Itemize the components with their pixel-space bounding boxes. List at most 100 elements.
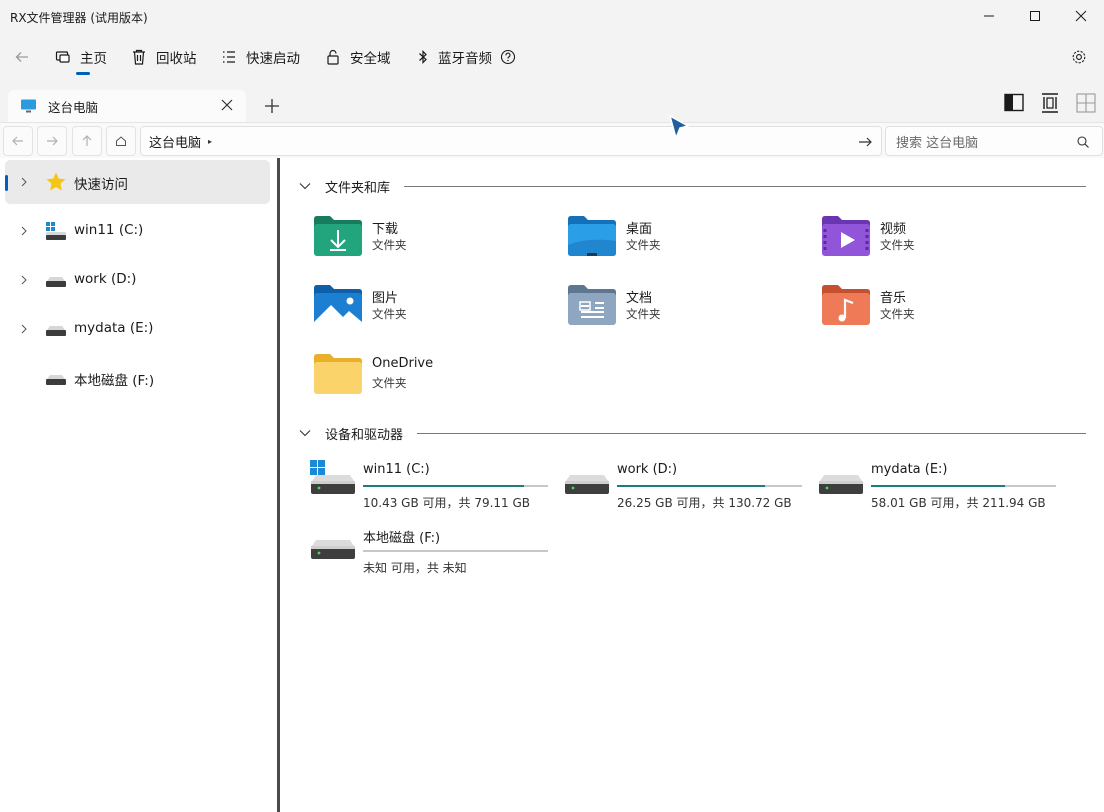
drive-work-d[interactable]: work (D:) 26.25 GB 可用，共 130.72 GB bbox=[564, 460, 810, 518]
gear-icon bbox=[1072, 50, 1086, 64]
search-placeholder: 搜索 这台电脑 bbox=[896, 135, 979, 151]
folder-type: 文件夹 bbox=[372, 238, 407, 252]
drive-usage-bar bbox=[871, 485, 1056, 487]
drive-name: 本地磁盘 (F:) bbox=[363, 531, 441, 546]
folder-name: 文档 bbox=[626, 291, 653, 306]
mouse-cursor-icon bbox=[669, 115, 689, 139]
drive-icon bbox=[565, 475, 609, 494]
sidebar-item-label: mydata (E:) bbox=[74, 320, 154, 336]
maximize-button[interactable] bbox=[1012, 0, 1058, 32]
close-tab-icon[interactable] bbox=[220, 98, 234, 112]
tab-label: 这台电脑 bbox=[48, 99, 99, 115]
folder-videos[interactable]: 视频 文件夹 bbox=[821, 215, 1061, 271]
back-arrow-button[interactable] bbox=[14, 44, 30, 70]
star-icon bbox=[46, 172, 66, 191]
folder-type: 文件夹 bbox=[372, 307, 407, 321]
secure-domain-command[interactable]: 安全域 bbox=[324, 44, 391, 70]
group-title: 文件夹和库 bbox=[325, 180, 391, 196]
drive-local-disk-f[interactable]: 本地磁盘 (F:) 未知 可用，共 未知 bbox=[310, 525, 556, 583]
drive-win11-c[interactable]: win11 (C:) 10.43 GB 可用，共 79.11 GB bbox=[310, 460, 556, 518]
drive-icon bbox=[46, 326, 66, 336]
group-divider bbox=[404, 185, 1086, 187]
minimize-icon bbox=[984, 15, 994, 17]
drive-icon bbox=[46, 277, 66, 287]
close-window-button[interactable] bbox=[1058, 0, 1104, 32]
recycle-bin-command[interactable]: 回收站 bbox=[130, 44, 197, 70]
home-label: 主页 bbox=[80, 51, 107, 67]
chevron-right-icon[interactable] bbox=[19, 225, 29, 237]
tab-strip: 这台电脑 bbox=[0, 84, 1104, 122]
drives-group-header[interactable]: 设备和驱动器 bbox=[298, 422, 1086, 444]
chevron-down-icon[interactable] bbox=[298, 179, 312, 193]
drive-name: win11 (C:) bbox=[363, 462, 430, 477]
back-arrow-icon bbox=[15, 52, 28, 62]
search-box[interactable]: 搜索 这台电脑 bbox=[885, 126, 1103, 156]
sidebar-item-win11-c[interactable]: win11 (C:) bbox=[5, 209, 270, 253]
videos-folder-icon bbox=[822, 216, 870, 256]
breadcrumb-chevron-icon[interactable]: ▸ bbox=[208, 137, 212, 146]
address-bar[interactable]: 这台电脑 ▸ bbox=[140, 126, 882, 156]
onedrive-folder-icon bbox=[314, 354, 362, 394]
bluetooth-audio-command[interactable]: 蓝牙音频 bbox=[416, 44, 516, 70]
sidebar-item-work-d[interactable]: work (D:) bbox=[5, 258, 270, 302]
drive-space-info: 10.43 GB 可用，共 79.11 GB bbox=[363, 496, 531, 510]
help-icon[interactable] bbox=[500, 49, 516, 65]
quad-pane-layout-icon[interactable] bbox=[1075, 92, 1097, 114]
drive-icon bbox=[311, 540, 355, 559]
list-icon bbox=[223, 51, 235, 63]
single-pane-layout-icon[interactable] bbox=[1003, 92, 1025, 114]
drive-usage-bar bbox=[617, 485, 802, 487]
chevron-right-icon[interactable] bbox=[19, 323, 29, 335]
nav-up-button[interactable] bbox=[72, 126, 102, 156]
recycle-bin-label: 回收站 bbox=[156, 51, 197, 67]
folder-name: 视频 bbox=[880, 222, 907, 237]
folder-type: 文件夹 bbox=[626, 307, 661, 321]
forward-arrow-icon bbox=[47, 136, 58, 146]
title-bar: RX文件管理器 (试用版本) bbox=[0, 0, 1104, 34]
secure-domain-label: 安全域 bbox=[350, 51, 391, 67]
maximize-icon bbox=[1030, 11, 1040, 21]
minimize-button[interactable] bbox=[966, 0, 1012, 32]
chevron-down-icon[interactable] bbox=[298, 426, 312, 440]
quick-launch-command[interactable]: 快速启动 bbox=[220, 44, 300, 70]
chevron-right-icon[interactable] bbox=[19, 176, 29, 188]
folder-onedrive[interactable]: OneDrive 文件夹 bbox=[313, 353, 553, 409]
drive-mydata-e[interactable]: mydata (E:) 58.01 GB 可用，共 211.94 GB bbox=[818, 460, 1064, 518]
group-title: 设备和驱动器 bbox=[325, 427, 404, 443]
sidebar-item-quick-access[interactable]: 快速访问 bbox=[5, 160, 270, 204]
drive-name: mydata (E:) bbox=[871, 462, 948, 477]
folder-type: 文件夹 bbox=[626, 238, 661, 252]
chevron-right-icon[interactable] bbox=[19, 274, 29, 286]
folder-type: 文件夹 bbox=[880, 307, 915, 321]
nav-back-button[interactable] bbox=[3, 126, 33, 156]
folder-downloads[interactable]: 下载 文件夹 bbox=[313, 215, 553, 271]
lock-icon bbox=[327, 49, 339, 65]
dual-pane-layout-icon[interactable] bbox=[1039, 92, 1061, 114]
sidebar-item-local-disk-f[interactable]: 本地磁盘 (F:) bbox=[5, 356, 270, 400]
tab-this-pc[interactable]: 这台电脑 bbox=[8, 90, 246, 122]
documents-folder-icon bbox=[568, 285, 616, 325]
nav-home-button[interactable] bbox=[106, 126, 136, 156]
selected-indicator bbox=[5, 175, 8, 191]
go-arrow-icon[interactable] bbox=[857, 134, 873, 150]
folder-documents[interactable]: 文档 文件夹 bbox=[567, 284, 807, 340]
home-pane-icon bbox=[55, 51, 70, 63]
drive-usage-fill bbox=[617, 485, 765, 487]
drive-icon bbox=[46, 375, 66, 385]
folder-music[interactable]: 音乐 文件夹 bbox=[821, 284, 1061, 340]
sidebar-item-mydata-e[interactable]: mydata (E:) bbox=[5, 307, 270, 351]
close-icon bbox=[1075, 10, 1087, 22]
nav-forward-button[interactable] bbox=[37, 126, 67, 156]
drive-usage-bar bbox=[363, 550, 548, 552]
sidebar-item-label: 本地磁盘 (F:) bbox=[74, 373, 155, 389]
add-tab-icon[interactable] bbox=[262, 96, 282, 116]
folder-pictures[interactable]: 图片 文件夹 bbox=[313, 284, 553, 340]
desktop-folder-icon bbox=[568, 216, 616, 256]
settings-button[interactable] bbox=[1070, 44, 1088, 70]
breadcrumb-this-pc[interactable]: 这台电脑 bbox=[149, 132, 201, 151]
main-content: 文件夹和库 下载 文件夹 桌面 文件夹 视频 文件夹 图片 文件夹 文档 文件夹… bbox=[280, 158, 1104, 812]
folder-desktop[interactable]: 桌面 文件夹 bbox=[567, 215, 807, 271]
folder-type: 文件夹 bbox=[880, 238, 915, 252]
home-command[interactable]: 主页 bbox=[54, 44, 107, 70]
folders-group-header[interactable]: 文件夹和库 bbox=[298, 175, 1086, 197]
